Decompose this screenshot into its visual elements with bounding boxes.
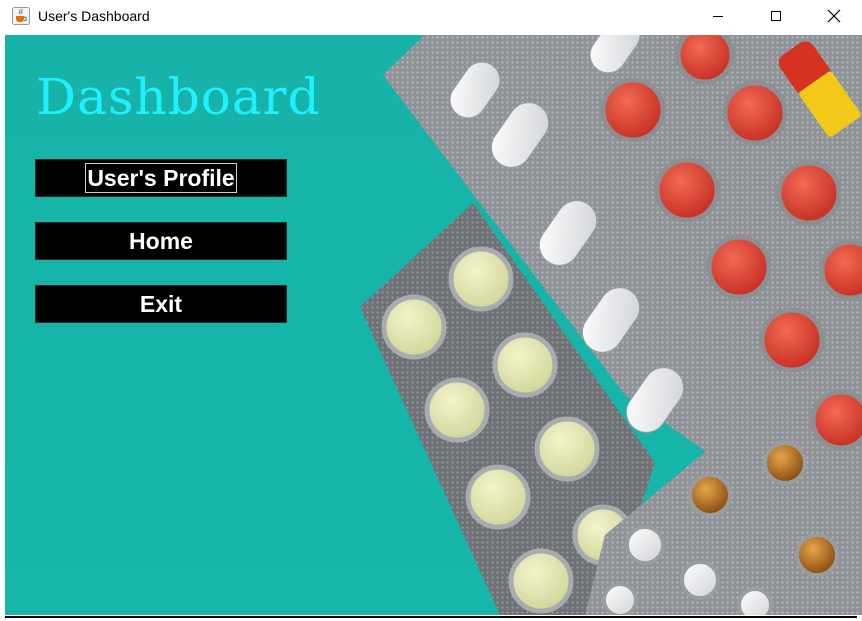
maximize-icon bbox=[771, 10, 781, 21]
dashboard-title: Dashboard bbox=[36, 68, 321, 126]
users-profile-label: User's Profile bbox=[85, 163, 237, 193]
window-title: User's Dashboard bbox=[38, 8, 150, 24]
minimize-button[interactable] bbox=[689, 0, 747, 31]
close-button[interactable] bbox=[805, 0, 862, 31]
close-icon bbox=[827, 9, 841, 22]
maximize-button[interactable] bbox=[747, 0, 805, 31]
users-profile-button[interactable]: User's Profile bbox=[35, 159, 287, 197]
window-bottom-border bbox=[5, 616, 857, 618]
home-label: Home bbox=[129, 227, 193, 254]
exit-label: Exit bbox=[139, 290, 183, 317]
users-dashboard-window: User's Dashboard Dashboard User's Profil… bbox=[0, 0, 862, 621]
title-bar[interactable]: User's Dashboard bbox=[0, 0, 862, 33]
minimize-icon bbox=[713, 15, 723, 17]
java-cup-icon bbox=[12, 7, 30, 25]
exit-button[interactable]: Exit bbox=[35, 285, 287, 323]
home-button[interactable]: Home bbox=[35, 222, 287, 260]
dashboard-panel: Dashboard User's Profile Home Exit bbox=[5, 35, 862, 615]
